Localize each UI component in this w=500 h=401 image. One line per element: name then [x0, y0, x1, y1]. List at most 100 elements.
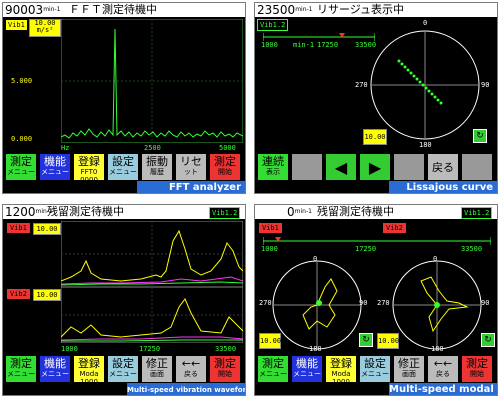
- modal-zoom-icon-1[interactable]: ↻: [359, 333, 373, 347]
- waveform-back-button[interactable]: ←← 戻る: [175, 355, 207, 383]
- modal-measure-menu-button[interactable]: 測定 メニュー: [257, 355, 289, 383]
- fft-rpm-value: 90003: [5, 3, 44, 17]
- fft-measure-menu-button[interactable]: 測定 メニュー: [5, 153, 37, 181]
- lissajous-caption: Lissajous curve: [389, 181, 497, 193]
- waveform-ch1-plot: [61, 221, 243, 287]
- modal-angle-right-2: 90: [481, 299, 490, 307]
- fft-function-menu-button[interactable]: 機能 メニュー: [39, 153, 71, 181]
- waveform-function-menu-button[interactable]: 機能 メニュー: [39, 355, 71, 383]
- lissajous-angle-left: 270: [355, 81, 368, 89]
- lissajous-scale-mid: 17250: [317, 41, 339, 49]
- lissajous-blank-button-1: [291, 153, 323, 181]
- fft-y-bottom-label: 0.000: [11, 135, 33, 143]
- lissajous-angle-bottom: 180: [419, 141, 432, 149]
- waveform-toolbar: 測定 メニュー 機能 メニュー 登録 Moda 1000 設定 メニュー 修正 画面 ←←…: [3, 355, 245, 383]
- lissajous-rpm-unit: min-1: [295, 6, 313, 13]
- modal-start-measure-button[interactable]: 測定 開始: [461, 355, 493, 383]
- fft-vibration-history-button[interactable]: 振動 履歴: [141, 153, 173, 181]
- modal-angle-top-2: 0: [433, 255, 438, 263]
- modal-angle-left-2: 270: [377, 299, 390, 307]
- modal-edit-screen-button[interactable]: 修正 画面: [393, 355, 425, 383]
- modal-rpm-unit: min-1: [294, 208, 312, 215]
- lissajous-rpm-readout: 23500min-1: [257, 3, 312, 17]
- fft-x-tick-mid: 2500: [144, 144, 161, 152]
- modal-scale-right: 33500: [461, 245, 483, 253]
- waveform-rpm-value: 1200: [5, 205, 36, 219]
- modal-ch2-tag: Vib2: [383, 223, 406, 233]
- fft-channel-tag: Vib1: [5, 19, 28, 31]
- fft-caption: FFT analyzer: [137, 181, 245, 193]
- lissajous-zoom-icon[interactable]: ↻: [473, 129, 487, 143]
- waveform-rpm-readout: 1200min-1: [5, 205, 53, 219]
- waveform-measure-menu-button[interactable]: 測定 メニュー: [5, 355, 37, 383]
- waveform-settings-menu-button[interactable]: 設定 メニュー: [107, 355, 139, 383]
- waveform-ch2-tag: Vib2: [7, 289, 30, 299]
- lissajous-rpm-value: 23500: [257, 3, 296, 17]
- modal-angle-bottom-2: 180: [431, 345, 444, 353]
- lissajous-prev-button[interactable]: ◀: [325, 153, 357, 181]
- fft-scale-unit: m/s²: [36, 26, 54, 34]
- fft-analyzer-panel: 90003min-1 ＦＦＴ測定待機中 Vib1 10.00 m/s² 5.00…: [2, 2, 246, 194]
- fft-y-mid-label: 5.000: [11, 77, 33, 85]
- lissajous-next-button[interactable]: ▶: [359, 153, 391, 181]
- modal-settings-menu-button[interactable]: 設定 メニュー: [359, 355, 391, 383]
- modal-range1-box: 10.00: [259, 333, 281, 349]
- lissajous-polar-plot: [370, 30, 480, 140]
- waveform-start-measure-button[interactable]: 測定 開始: [209, 355, 241, 383]
- modal-back-button[interactable]: ←← 戻る: [427, 355, 459, 383]
- fft-x-unit: Hz: [61, 144, 70, 152]
- lissajous-scale-unit: min-1: [293, 41, 315, 49]
- lissajous-blank-button-2: [393, 153, 425, 181]
- waveform-status-title: 残留測定待機中: [47, 205, 124, 218]
- lissajous-scale-left: 1000: [261, 41, 278, 49]
- waveform-caption: Multi-speed vibration waveform: [127, 383, 245, 395]
- waveform-edit-screen-button[interactable]: 修正 画面: [141, 355, 173, 383]
- waveform-x-left: 1000: [61, 345, 78, 353]
- fft-toolbar: 測定 メニュー 機能 メニュー 登録 FFT0 0000 設定 メニュー 振動 履歴 リセ…: [3, 153, 245, 181]
- lissajous-angle-right: 90: [481, 81, 490, 89]
- waveform-register-button[interactable]: 登録 Moda 1000: [73, 355, 105, 383]
- waveform-panel: 1200min-1 残留測定待機中 Vib1.2 Vib1 10.00 Vib2…: [2, 204, 246, 396]
- modal-polar-plot-1: [272, 260, 362, 350]
- modal-ch1-tag: Vib1: [259, 223, 282, 233]
- fft-status-title: ＦＦＴ測定待機中: [69, 3, 157, 16]
- modal-range2-box: 10.00: [377, 333, 399, 349]
- lissajous-status-title: リサージュ表示中: [317, 3, 405, 16]
- fft-rpm-unit: min-1: [43, 6, 61, 13]
- fft-settings-menu-button[interactable]: 設定 メニュー: [107, 153, 139, 181]
- modal-toolbar: 測定 メニュー 機能 メニュー 登録 Moda 1000 設定 メニュー 修正 画面 ←←…: [255, 355, 497, 383]
- waveform-x-right: 33500: [215, 345, 237, 353]
- fft-reset-button[interactable]: リセ ット: [175, 153, 207, 181]
- modal-speed-scale: [263, 237, 491, 245]
- waveform-x-mid: 17250: [139, 345, 161, 353]
- modal-channel-tag: Vib1.2: [461, 207, 493, 219]
- fft-register-button[interactable]: 登録 FFT0 0000: [73, 153, 105, 181]
- modal-angle-right-1: 90: [359, 299, 368, 307]
- waveform-channel-tag: Vib1.2: [209, 207, 241, 219]
- modal-zoom-icon-2[interactable]: ↻: [481, 333, 495, 347]
- lissajous-blank-button-3: [461, 153, 493, 181]
- modal-angle-left-1: 270: [259, 299, 272, 307]
- modal-angle-bottom-1: 180: [309, 345, 322, 353]
- waveform-ch2-plot: [61, 287, 243, 343]
- lissajous-back-button[interactable]: 戻る: [427, 153, 459, 181]
- waveform-range2-box: 10.00: [33, 289, 61, 301]
- lissajous-panel: 23500min-1 リサージュ表示中 Vib1.2 1000 min-1 17…: [254, 2, 498, 194]
- fft-scale-box: 10.00 m/s²: [29, 19, 61, 37]
- modal-angle-top-1: 0: [313, 255, 318, 263]
- modal-register-button[interactable]: 登録 Moda 1000: [325, 355, 357, 383]
- modal-rpm-value: 0: [287, 205, 295, 219]
- fft-start-measure-button[interactable]: 測定 開始: [209, 153, 241, 181]
- fft-x-tick-right: 5000: [219, 144, 236, 152]
- modal-status-title: 残留測定待機中: [317, 205, 394, 218]
- modal-function-menu-button[interactable]: 機能 メニュー: [291, 355, 323, 383]
- modal-scale-left: 1000: [261, 245, 278, 253]
- modal-circle-panel: 0min-1 残留測定待機中 Vib1.2 Vib1 Vib2 1000 172…: [254, 204, 498, 396]
- lissajous-range-box: 10.00: [363, 129, 387, 145]
- lissajous-continuous-display-button[interactable]: 連続 表示: [257, 153, 289, 181]
- waveform-range1-box: 10.00: [33, 223, 61, 235]
- modal-caption: Multi-speed modal circle: [389, 383, 497, 395]
- lissajous-angle-top: 0: [423, 19, 428, 27]
- fft-spectrum-plot: [61, 19, 243, 143]
- modal-rpm-readout: 0min-1: [287, 205, 312, 219]
